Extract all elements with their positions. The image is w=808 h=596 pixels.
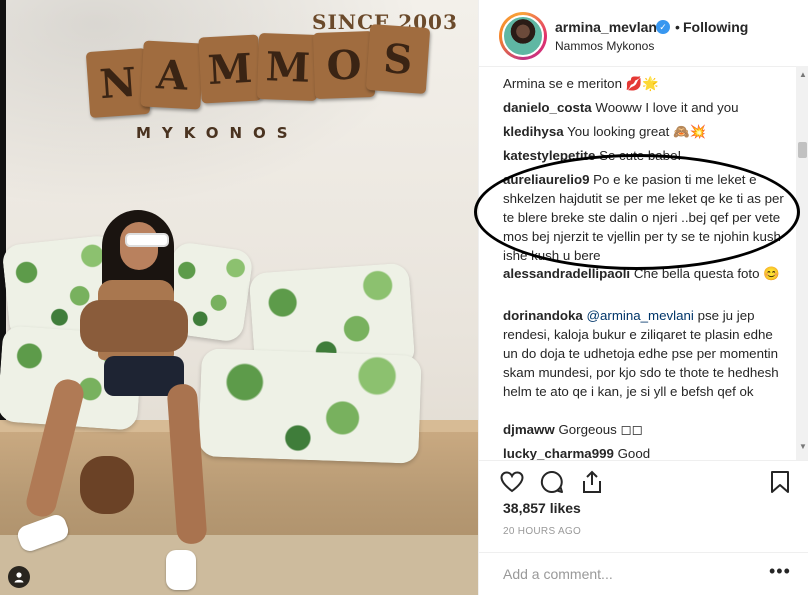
more-options-icon[interactable]: ••• [769,561,791,582]
comment-text: You looking great 🙈💥 [567,124,707,139]
list-item: dorinandoka @armina_mevlani pse ju jep r… [503,306,791,401]
list-item: danielo_costa Wooww I love it and you [503,98,791,117]
post-side-panel: armina_mevlani ✓ • Following Nammos Myko… [478,0,808,595]
list-item: lucky_charma999 Good [503,444,791,460]
highlight-ellipse [474,154,800,270]
comment-username[interactable]: djmaww [503,422,555,437]
left-leg [23,376,87,520]
right-sandal [166,550,196,590]
comment-text: Armina se e meriton 💋🌟 [503,76,659,91]
avatar[interactable] [502,15,544,57]
add-comment-bar: Add a comment... ••• [479,552,808,596]
bookmark-icon[interactable] [767,469,793,495]
list-item: kledihysa You looking great 🙈💥 [503,122,791,141]
location-link[interactable]: Nammos Mykonos [555,39,654,53]
right-leg [166,383,208,545]
action-bar [479,460,808,501]
following-button[interactable]: Following [683,19,748,35]
post-header: armina_mevlani ✓ • Following Nammos Myko… [479,0,808,67]
comment-text: Wooww I love it and you [595,100,739,115]
comment-username[interactable]: lucky_charma999 [503,446,614,460]
comment-input[interactable]: Add a comment... [503,566,613,582]
story-ring[interactable] [499,12,547,60]
comment-username[interactable]: dorinandoka [503,308,583,323]
person-tag-icon[interactable] [8,566,30,588]
share-icon[interactable] [579,469,605,495]
left-sandal [15,512,71,554]
comment-text: Gorgeous ◻◻ [558,422,643,437]
verified-badge-icon: ✓ [656,20,670,34]
comment-username[interactable]: kledihysa [503,124,564,139]
list-item: djmaww Gorgeous ◻◻ [503,420,791,439]
post-photo[interactable]: SINCE 2003 N A M M O S MYKONOS [0,0,478,595]
off-shoulder-top [80,300,188,352]
scrollbar-thumb[interactable] [798,142,807,158]
sunglasses [125,233,169,247]
wicker-bag [80,456,134,514]
scroll-up-arrow-icon[interactable]: ▲ [799,70,807,79]
likes-count[interactable]: 38,857 likes [503,500,581,516]
woman-figure [0,0,478,595]
comment-bubble-icon[interactable] [539,469,565,495]
list-item: Armina se e meriton 💋🌟 [503,74,791,93]
comment-text: Good [617,446,651,460]
scroll-down-arrow-icon[interactable]: ▼ [799,442,807,451]
separator-dot: • [675,19,680,35]
username-link[interactable]: armina_mevlani [555,19,661,35]
comment-username[interactable]: danielo_costa [503,100,592,115]
heart-icon[interactable] [499,469,525,495]
comment-mention[interactable]: @armina_mevlani [587,308,694,323]
comments-scrollbar[interactable] [796,66,808,460]
post-timestamp[interactable]: 20 HOURS AGO [503,526,581,537]
